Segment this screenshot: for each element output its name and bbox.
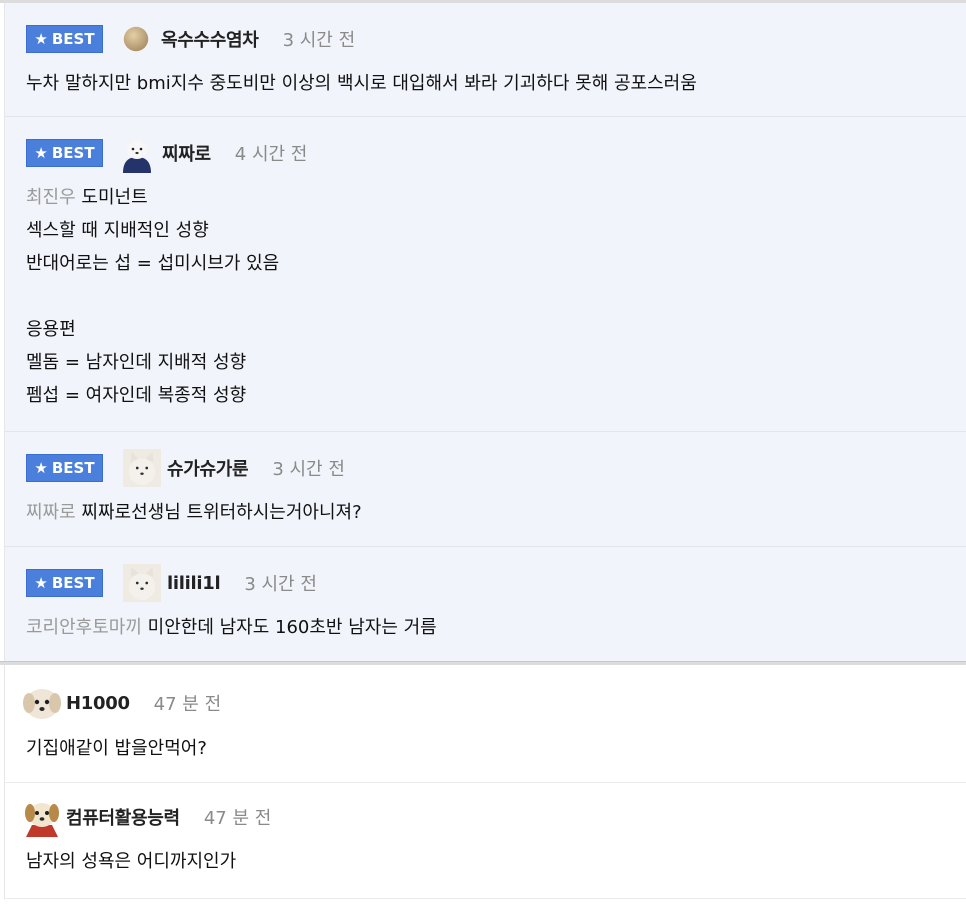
star-icon: ★ (34, 573, 48, 592)
nickname[interactable]: 옥수수수염차 (161, 26, 259, 52)
comment-line: 섹스할 때 지배적인 성향 (26, 220, 209, 241)
comment-line: 코리안후토마끼 미안한데 남자도 160초반 남자는 거름 (26, 617, 437, 638)
best-badge: ★ BEST (26, 139, 103, 167)
timestamp: 3 시간 전 (244, 574, 317, 595)
comment-list: ★ BEST 옥수수수염차 3 시간 전 누차 말하지만 bmi지수 중도비만 이… (0, 0, 966, 908)
timestamp: 3 시간 전 (282, 30, 356, 51)
comment-body: 남자의 성욕은 어디까지인가 (26, 845, 945, 878)
comment-line: 응용편 (26, 319, 76, 340)
comment-body: 기집애같이 밥을안먹어? (26, 732, 945, 765)
comment-body: 찌짜로 찌짜로선생님 트위터하시는거아니져? (26, 496, 945, 529)
comment: H1000 47 분 전 기집애같이 밥을안먹어? (4, 665, 966, 783)
comment-line (26, 280, 945, 313)
avatar[interactable] (117, 133, 157, 173)
nickname[interactable]: 찌짜로 (162, 140, 211, 166)
comment-line: 반대어로는 섭 = 섭미시브가 있음 (26, 253, 280, 274)
nickname[interactable]: 슈가슈가룬 (167, 455, 249, 481)
avatar[interactable] (123, 449, 161, 487)
nickname[interactable]: lilili1l (167, 573, 221, 594)
timestamp: 47 분 전 (153, 694, 222, 715)
comment-meta: ★ BEST 슈가슈가룬 3 시간 전 (26, 449, 945, 487)
best-comment: ★ BEST 옥수수수염차 3 시간 전 누차 말하지만 bmi지수 중도비만 이… (4, 3, 966, 117)
comment-line: 최진우 도미넌트 (26, 187, 148, 208)
best-badge: ★ BEST (26, 25, 103, 53)
star-icon: ★ (34, 29, 48, 48)
reply-mention[interactable]: 코리안후토마끼 (26, 617, 142, 638)
best-comment: ★ BEST 슈가슈가룬 3 시간 전 찌짜로 찌짜로선생님 트위터하시는거아니져… (4, 432, 966, 547)
comment-meta: ★ BEST lilili1l 3 시간 전 (26, 564, 945, 602)
best-comment: ★ BEST lilili1l 3 시간 전 코리안후토마끼 미안한데 남자도 1… (4, 547, 966, 661)
comment-line: 멜돔 = 남자인데 지배적 성향 (26, 352, 247, 373)
star-icon: ★ (34, 143, 48, 162)
comment-meta: 컴퓨터활용능력 47 분 전 (25, 803, 945, 837)
comment-body: 코리안후토마끼 미안한데 남자도 160초반 남자는 거름 (26, 611, 945, 644)
comment-body: 누차 말하지만 bmi지수 중도비만 이상의 백시로 대입해서 봐라 기괴하다 … (26, 67, 945, 100)
comment-line: 누차 말하지만 bmi지수 중도비만 이상의 백시로 대입해서 봐라 기괴하다 … (26, 73, 697, 94)
star-icon: ★ (34, 458, 48, 477)
comment-body: 최진우 도미넌트 섹스할 때 지배적인 성향 반대어로는 섭 = 섭미시브가 있… (26, 181, 945, 412)
avatar[interactable] (123, 26, 149, 52)
comment-line: 펨섭 = 여자인데 복종적 성향 (26, 385, 247, 406)
nickname[interactable]: H1000 (66, 693, 130, 714)
comment-line: 찌짜로 찌짜로선생님 트위터하시는거아니져? (26, 502, 362, 523)
comment-line: 기집애같이 밥을안먹어? (26, 738, 207, 759)
comment-meta: ★ BEST 찌짜로 4 시간 전 (26, 137, 945, 173)
best-comment: ★ BEST 찌짜로 4 시간 전 최진우 도미넌트 섹스할 때 지배적인 성향 … (4, 117, 966, 432)
best-badge: ★ BEST (26, 569, 103, 597)
reply-mention[interactable]: 최진우 (26, 187, 76, 208)
comment-line: 남자의 성욕은 어디까지인가 (26, 851, 237, 872)
timestamp: 4 시간 전 (234, 144, 308, 165)
nickname[interactable]: 컴퓨터활용능력 (66, 804, 180, 830)
reply-mention[interactable]: 찌짜로 (26, 502, 76, 523)
avatar[interactable] (123, 564, 161, 602)
avatar[interactable] (22, 797, 62, 837)
avatar[interactable] (22, 683, 62, 723)
timestamp: 47 분 전 (203, 808, 272, 829)
comment-meta: H1000 47 분 전 (23, 689, 945, 719)
comment-meta: ★ BEST 옥수수수염차 3 시간 전 (26, 25, 945, 53)
comment: 컴퓨터활용능력 47 분 전 남자의 성욕은 어디까지인가 (4, 783, 966, 899)
timestamp: 3 시간 전 (272, 459, 345, 480)
best-badge: ★ BEST (26, 454, 103, 482)
